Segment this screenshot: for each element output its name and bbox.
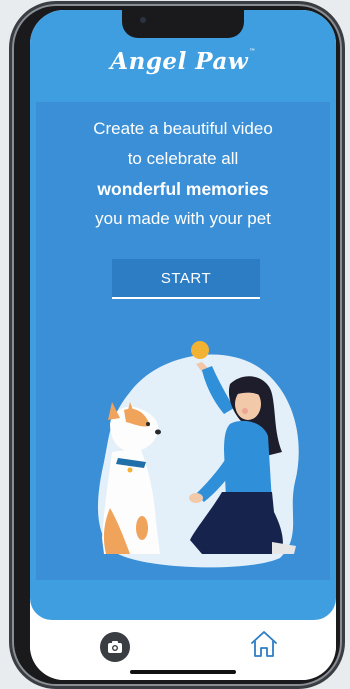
hero-line-3: wonderful memories [97,179,269,199]
app-logo: Angel Paw™ [30,48,336,75]
hero-headline: Create a beautiful video to celebrate al… [30,114,336,234]
bottom-tab-bar [30,620,336,680]
home-icon [251,631,277,657]
camera-tab[interactable] [100,632,130,662]
hero-line-4: you made with your pet [95,209,271,228]
front-camera [140,17,146,23]
app-screen: Angel Paw™ Create a beautiful video to c… [30,10,336,680]
trademark-mark: ™ [249,48,256,55]
pet-owner-illustration [97,341,299,568]
hero-line-1: Create a beautiful video [93,119,273,138]
camera-icon [108,641,122,653]
home-indicator[interactable] [130,670,236,674]
start-button[interactable]: START [112,259,260,299]
app-logo-text: Angel Paw [110,48,249,75]
home-tab[interactable] [248,628,280,660]
hero-line-2: to celebrate all [127,149,239,168]
camera-notch [122,10,244,38]
